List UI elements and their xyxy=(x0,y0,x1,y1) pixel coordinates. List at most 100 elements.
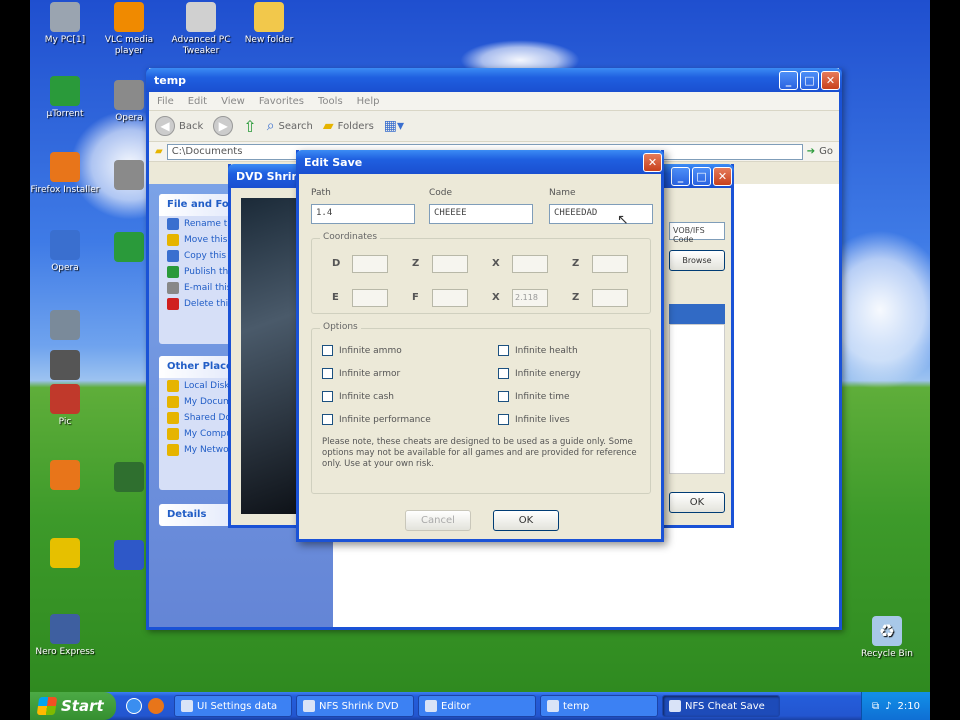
dialog-close-button[interactable]: ✕ xyxy=(643,152,662,172)
taskbar-button-label: NFS Shrink DVD xyxy=(319,700,399,712)
coord-field[interactable] xyxy=(432,289,468,307)
desktop-icon[interactable]: Advanced PC Tweaker xyxy=(166,2,236,57)
list-box[interactable] xyxy=(669,324,725,474)
task-icon xyxy=(167,250,179,262)
menu-item[interactable]: Tools xyxy=(318,96,343,107)
menu-item[interactable]: View xyxy=(221,96,245,107)
selected-list-item[interactable] xyxy=(669,304,725,324)
dialog-note: Please note, these cheats are designed t… xyxy=(322,437,637,469)
folders-button[interactable]: ▰ Folders xyxy=(323,118,374,134)
close-button[interactable]: ✕ xyxy=(713,166,732,186)
code-field[interactable]: CHEEEE xyxy=(429,204,533,224)
coord-label: X xyxy=(492,292,500,303)
coord-field[interactable] xyxy=(512,255,548,273)
go-button[interactable]: Go xyxy=(819,146,833,157)
search-button[interactable]: ⌕ Search xyxy=(267,118,313,134)
explorer-toolbar: ◀ Back ▶ ⇧ ⌕ Search ▰ Folders ▦▾ xyxy=(149,110,839,142)
checkbox-box[interactable] xyxy=(498,345,509,356)
car-icon xyxy=(50,350,80,380)
option-checkbox[interactable]: Infinite health xyxy=(498,345,578,356)
minimize-button[interactable]: _ xyxy=(671,166,690,186)
window-icon xyxy=(547,700,559,712)
checkbox-box[interactable] xyxy=(498,391,509,402)
desktop-icon[interactable]: VLC media player xyxy=(94,2,164,57)
browse-button[interactable]: Browse xyxy=(669,250,725,271)
window-icon xyxy=(181,700,193,712)
dialog-titlebar[interactable]: Edit Save ✕ xyxy=(296,150,664,174)
maximize-button[interactable]: □ xyxy=(800,70,819,90)
desktop-icon[interactable]: Pic xyxy=(30,384,100,428)
close-button[interactable]: ✕ xyxy=(821,70,840,90)
option-label: Infinite cash xyxy=(339,391,395,402)
path-field[interactable]: 1.4 xyxy=(311,204,415,224)
cancel-button[interactable]: Cancel xyxy=(405,510,471,531)
edit-save-dialog[interactable]: Edit Save ✕ Path Code Name 1.4 CHEEEE CH… xyxy=(296,150,664,542)
recycle-bin-label: Recycle Bin xyxy=(861,649,913,659)
option-checkbox[interactable]: Infinite performance xyxy=(322,414,431,425)
firefox-icon[interactable] xyxy=(148,698,164,714)
task-icon xyxy=(167,298,179,310)
minimize-button[interactable]: _ xyxy=(779,70,798,90)
vob-code-field[interactable]: VOB/IFS Code xyxy=(669,222,725,244)
desktop-icon[interactable]: Nero Express xyxy=(30,614,100,658)
desktop-icon[interactable] xyxy=(30,350,100,383)
ie-icon[interactable] xyxy=(126,698,142,714)
option-checkbox[interactable]: Infinite energy xyxy=(498,368,581,379)
vlc-icon xyxy=(114,2,144,32)
task-icon xyxy=(167,218,179,230)
taskbar-button[interactable]: UI Settings data xyxy=(174,695,292,717)
coord-field[interactable] xyxy=(352,255,388,273)
secondary-ok-button[interactable]: OK xyxy=(669,492,725,513)
recycle-bin[interactable]: ♻ Recycle Bin xyxy=(852,616,922,660)
coordinates-title: Coordinates xyxy=(320,232,381,242)
menu-item[interactable]: File xyxy=(157,96,174,107)
checkbox-box[interactable] xyxy=(322,345,333,356)
desktop-icon[interactable]: µTorrent xyxy=(30,76,100,120)
taskbar-button[interactable]: NFS Shrink DVD xyxy=(296,695,414,717)
views-button[interactable]: ▦▾ xyxy=(384,118,404,134)
forward-button[interactable]: ▶ xyxy=(213,116,234,136)
checkbox-box[interactable] xyxy=(322,391,333,402)
coord-field[interactable] xyxy=(592,289,628,307)
volume-icon[interactable]: ♪ xyxy=(885,701,891,712)
desktop-icon[interactable] xyxy=(30,538,100,571)
option-checkbox[interactable]: Infinite armor xyxy=(322,368,400,379)
desktop-icon[interactable] xyxy=(30,310,100,343)
ok-button[interactable]: OK xyxy=(493,510,559,531)
desktop-icon[interactable]: New folder xyxy=(234,2,304,46)
menu-item[interactable]: Favorites xyxy=(259,96,304,107)
desktop-icon[interactable]: Opera xyxy=(30,230,100,274)
blue-app-icon xyxy=(50,230,80,260)
checkbox-box[interactable] xyxy=(322,414,333,425)
checkbox-box[interactable] xyxy=(322,368,333,379)
back-button[interactable]: ◀ Back xyxy=(155,116,203,136)
name-field[interactable]: CHEEEDAD xyxy=(549,204,653,224)
desktop-icon[interactable]: Firefox Installer xyxy=(30,152,100,196)
explorer-titlebar[interactable]: temp _ □ ✕ xyxy=(146,68,842,92)
option-checkbox[interactable]: Infinite lives xyxy=(498,414,570,425)
taskbar-button[interactable]: NFS Cheat Save xyxy=(662,695,780,717)
folder-icon xyxy=(167,396,179,408)
coord-field[interactable] xyxy=(592,255,628,273)
option-checkbox[interactable]: Infinite cash xyxy=(322,391,394,402)
start-button[interactable]: Start xyxy=(30,692,116,720)
coord-label: Z xyxy=(572,292,580,303)
network-icon[interactable]: ⧉ xyxy=(872,701,879,712)
checkbox-box[interactable] xyxy=(498,368,509,379)
task-icon xyxy=(167,234,179,246)
coord-field[interactable] xyxy=(352,289,388,307)
option-checkbox[interactable]: Infinite ammo xyxy=(322,345,402,356)
taskbar-button[interactable]: Editor xyxy=(418,695,536,717)
up-button[interactable]: ⇧ xyxy=(243,117,256,136)
menu-item[interactable]: Help xyxy=(357,96,380,107)
coord-field[interactable]: 2.118 xyxy=(512,289,548,307)
desktop-icon[interactable]: My PC[1] xyxy=(30,2,100,46)
desktop-icon[interactable] xyxy=(30,460,100,493)
blue-app-icon xyxy=(114,540,144,570)
checkbox-box[interactable] xyxy=(498,414,509,425)
option-checkbox[interactable]: Infinite time xyxy=(498,391,570,402)
maximize-button[interactable]: □ xyxy=(692,166,711,186)
coord-field[interactable] xyxy=(432,255,468,273)
taskbar-button[interactable]: temp xyxy=(540,695,658,717)
menu-item[interactable]: Edit xyxy=(188,96,207,107)
